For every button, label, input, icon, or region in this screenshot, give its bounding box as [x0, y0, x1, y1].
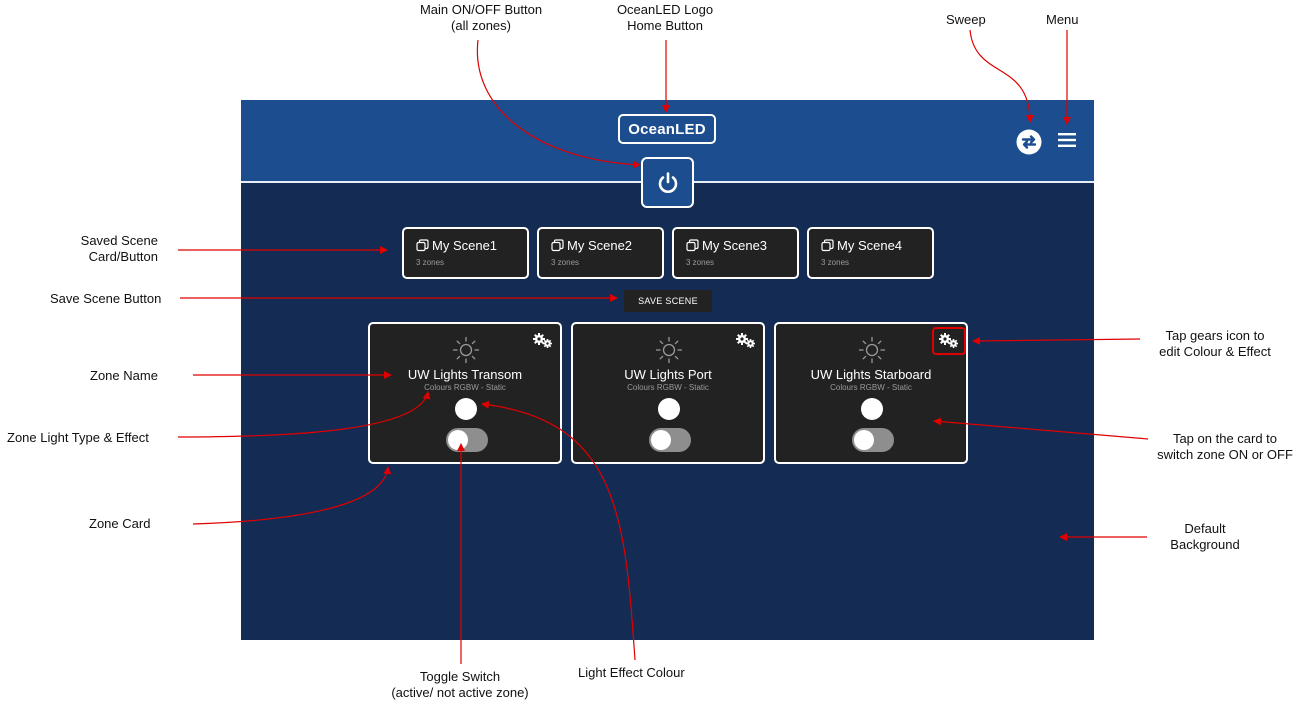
annotation-line: Tap on the card to [1172, 431, 1278, 446]
annotation-zone-card: Zone Card [89, 516, 151, 531]
scene-zone-count: 3 zones [551, 258, 580, 267]
scene-copy-icon [551, 239, 564, 252]
annotation-line: Saved Scene [80, 233, 158, 248]
annotation-light-effect: Light Effect Colour [578, 665, 685, 680]
zone-toggle-switch[interactable] [649, 428, 691, 452]
oceanled-logo-home-button[interactable]: OceanLED [618, 114, 716, 144]
scene-copy-icon [821, 239, 834, 252]
main-power-button[interactable] [641, 157, 694, 208]
scene-zone-count: 3 zones [686, 258, 715, 267]
annotation-main-power: Main ON/OFF Button (all zones) [396, 2, 566, 34]
zone-toggle-switch[interactable] [852, 428, 894, 452]
scene-zone-count: 3 zones [821, 258, 850, 267]
zone-name: UW Lights Starboard [810, 367, 932, 382]
save-scene-button[interactable]: SAVE SCENE [624, 290, 712, 312]
annotation-line: (all zones) [451, 18, 511, 33]
annotation-line: edit Colour & Effect [1159, 344, 1271, 359]
annotation-line: Toggle Switch [419, 669, 501, 684]
light-effect-colour [861, 398, 883, 420]
annotation-line: OceanLED Logo [616, 2, 714, 17]
zone-name: UW Lights Port [624, 367, 712, 382]
scene-copy-icon [686, 239, 699, 252]
annotation-line: switch zone ON or OFF [1157, 447, 1293, 462]
sun-icon [452, 336, 480, 364]
power-icon [658, 171, 677, 193]
zone-card-transom[interactable]: UW Lights Transom Colours RGBW - Static [368, 322, 562, 464]
gears-icon[interactable] [533, 333, 553, 349]
zone-light-type: Colours RGBW - Static [830, 383, 912, 392]
scene-card-4[interactable]: My Scene4 3 zones [807, 227, 934, 279]
annotation-sweep: Sweep [946, 12, 986, 27]
scene-title: My Scene1 [432, 238, 498, 253]
annotation-default-bg: Default Background [1150, 521, 1260, 553]
zone-light-type: Colours RGBW - Static [424, 383, 506, 392]
logo-text: OceanLED [628, 120, 706, 138]
annotation-tap-card: Tap on the card to switch zone ON or OFF [1150, 431, 1300, 463]
annotation-logo: OceanLED Logo Home Button [590, 2, 740, 34]
sun-icon [858, 336, 886, 364]
annotation-save-scene: Save Scene Button [50, 291, 162, 306]
annotation-menu: Menu [1046, 12, 1079, 27]
hamburger-menu-icon[interactable] [1058, 132, 1076, 148]
sweep-icon[interactable] [1016, 129, 1042, 155]
annotation-light-type: Zone Light Type & Effect [7, 430, 149, 445]
scene-title: My Scene2 [567, 238, 633, 253]
scene-card-3[interactable]: My Scene3 3 zones [672, 227, 799, 279]
scene-card-1[interactable]: My Scene1 3 zones [402, 227, 529, 279]
light-effect-colour [658, 398, 680, 420]
annotation-line: (active/ not active zone) [391, 685, 529, 700]
zone-name: UW Lights Transom [407, 367, 523, 382]
scene-card-2[interactable]: My Scene2 3 zones [537, 227, 664, 279]
zone-toggle-switch[interactable] [446, 428, 488, 452]
toggle-knob [651, 430, 671, 450]
sun-icon [655, 336, 683, 364]
toggle-knob [448, 430, 468, 450]
gears-highlight-box [932, 327, 966, 355]
toggle-knob [854, 430, 874, 450]
annotation-line: Default [1184, 521, 1226, 536]
annotation-line: Main ON/OFF Button [419, 2, 543, 17]
annotation-zone-name: Zone Name [90, 368, 158, 383]
scene-title: My Scene4 [837, 238, 903, 253]
annotation-line: Tap gears icon to [1165, 328, 1265, 343]
annotation-tap-gears: Tap gears icon to edit Colour & Effect [1140, 328, 1290, 360]
zone-light-type: Colours RGBW - Static [627, 383, 709, 392]
scene-zone-count: 3 zones [416, 258, 445, 267]
zone-card-port[interactable]: UW Lights Port Colours RGBW - Static [571, 322, 765, 464]
annotation-saved-scene: Saved Scene Card/Button [30, 233, 158, 265]
light-effect-colour [455, 398, 477, 420]
scene-title: My Scene3 [702, 238, 768, 253]
scene-copy-icon [416, 239, 429, 252]
annotation-line: Card/Button [88, 249, 158, 264]
annotation-line: Background [1170, 537, 1240, 552]
annotation-line: Home Button [627, 18, 703, 33]
annotation-toggle-switch: Toggle Switch (active/ not active zone) [370, 669, 550, 701]
gears-icon[interactable] [736, 333, 756, 349]
